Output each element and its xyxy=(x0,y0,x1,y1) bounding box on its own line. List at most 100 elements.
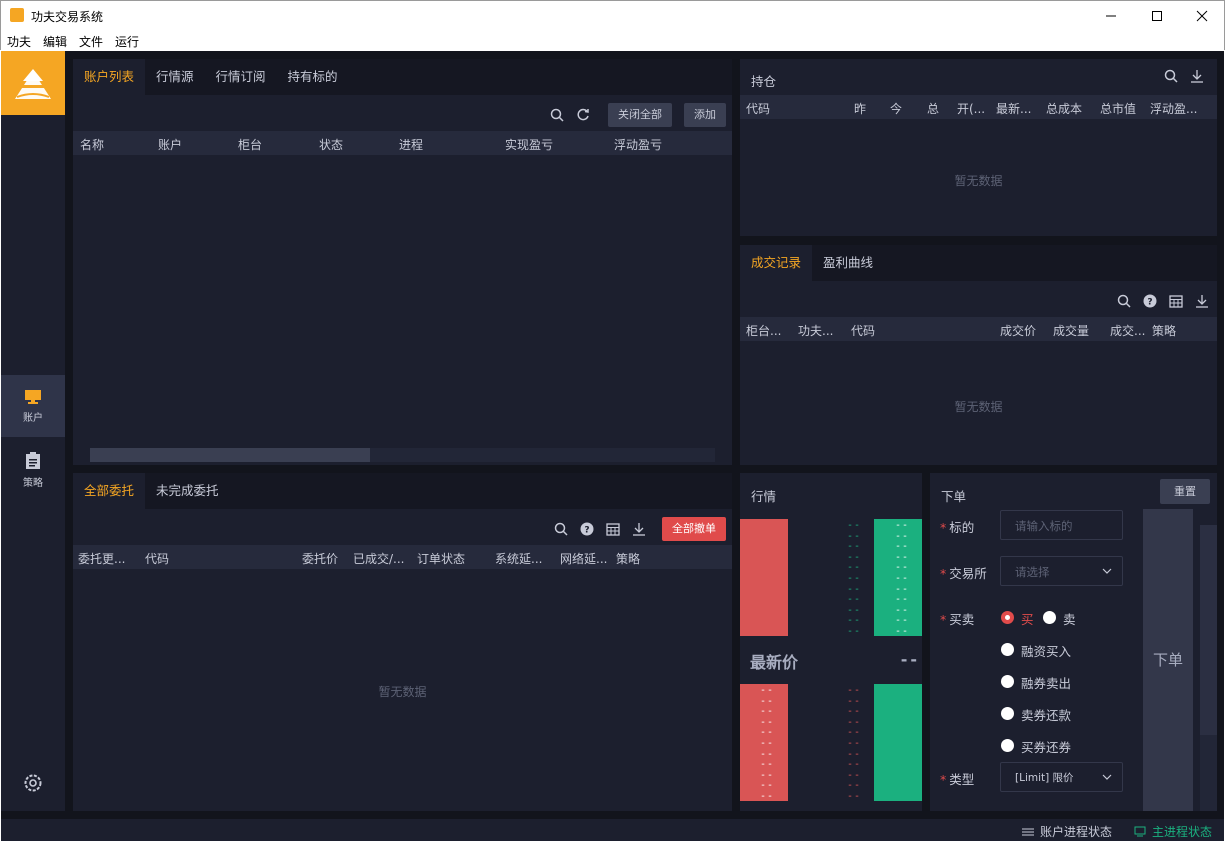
calendar-icon[interactable] xyxy=(1163,289,1189,313)
monitor-icon xyxy=(25,389,41,404)
sell-radio[interactable] xyxy=(1043,611,1056,624)
svg-text:?: ? xyxy=(584,526,589,536)
market-panel: 行情 -- -- -- -- -- -- -- -- -- -- -- -- -- -- -- -- -- --… xyxy=(740,473,922,811)
close-window-button[interactable] xyxy=(1179,1,1225,31)
ask-price-column: -- -- -- -- -- -- -- -- -- -- -- xyxy=(847,520,862,637)
symbol-label: * 标的 xyxy=(940,520,975,535)
col-order-price: 委托价 xyxy=(302,552,339,566)
menu-kungfu[interactable]: 功夫 xyxy=(7,33,31,50)
margin-buy-label: 融资买入 xyxy=(1021,644,1072,659)
logo xyxy=(1,51,65,115)
reset-button[interactable]: 重置 xyxy=(1160,479,1210,504)
col-trade-price: 成交价 xyxy=(1000,324,1037,338)
col-market-value: 总市值 xyxy=(1100,102,1137,116)
add-account-button[interactable]: 添加 xyxy=(684,103,726,127)
col-counter: 柜台... xyxy=(746,324,782,338)
main-process-status[interactable]: 主进程状态 xyxy=(1134,823,1212,840)
tab-trade-records[interactable]: 成交记录 xyxy=(740,245,813,281)
account-table-header: 名称 账户 柜台 状态 进程 实现盈亏 浮动盈亏 xyxy=(73,131,732,155)
help-icon[interactable]: ? xyxy=(1137,289,1163,313)
col-code: 代码 xyxy=(851,324,876,338)
col-account: 账户 xyxy=(158,138,183,152)
col-filled: 已成交/... xyxy=(353,552,405,566)
orders-empty: 暂无数据 xyxy=(378,685,427,699)
short-sell-label: 融券卖出 xyxy=(1021,676,1072,691)
account-panel: 账户列表 行情源 行情订阅 持有标的 关闭全部 添加 名称 账户 柜台 状态 进… xyxy=(73,59,732,465)
tab-account-list[interactable]: 账户列表 xyxy=(73,59,146,95)
col-yesterday: 昨 xyxy=(854,102,867,116)
bid-volume-column: -- -- -- -- -- -- -- -- -- -- -- xyxy=(760,685,775,802)
tab-market-subscription[interactable]: 行情订阅 xyxy=(205,59,277,95)
col-today: 今 xyxy=(890,102,903,116)
col-network-latency: 网络延... xyxy=(560,552,608,566)
order-entry-title: 下单 xyxy=(941,489,967,504)
col-kungfu: 功夫... xyxy=(798,324,834,338)
col-open: 开(... xyxy=(957,102,986,116)
help-icon[interactable]: ? xyxy=(574,517,600,541)
sell-repay-radio[interactable] xyxy=(1001,707,1014,720)
refresh-icon[interactable] xyxy=(570,103,596,127)
menu-run[interactable]: 运行 xyxy=(115,33,139,50)
calendar-icon[interactable] xyxy=(600,517,626,541)
sidebar-item-strategy[interactable]: 策略 xyxy=(1,439,65,501)
exchange-select[interactable]: 请选择 xyxy=(1000,556,1123,586)
minimize-button[interactable] xyxy=(1088,1,1134,31)
tab-profit-curve[interactable]: 盈利曲线 xyxy=(812,245,884,281)
maximize-button[interactable] xyxy=(1134,1,1180,31)
clipboard-icon xyxy=(26,451,40,469)
margin-buy-radio[interactable] xyxy=(1001,643,1014,656)
sidebar-item-account[interactable]: 账户 xyxy=(1,375,65,437)
col-strategy: 策略 xyxy=(616,552,641,566)
last-price-label: 最新价 xyxy=(750,653,799,672)
col-order-status: 订单状态 xyxy=(417,552,466,566)
positions-empty: 暂无数据 xyxy=(954,174,1003,188)
download-icon[interactable] xyxy=(626,517,652,541)
menu-edit[interactable]: 编辑 xyxy=(43,33,67,50)
gear-icon[interactable] xyxy=(22,772,44,797)
vertical-scrollbar-track[interactable] xyxy=(1200,525,1217,811)
search-icon[interactable] xyxy=(1158,64,1184,88)
sidebar-item-label: 账户 xyxy=(23,412,43,424)
symbol-input[interactable]: 请输入标的 xyxy=(1000,510,1123,540)
sell-repay-label: 卖券还款 xyxy=(1021,708,1072,723)
tab-all-orders[interactable]: 全部委托 xyxy=(73,473,146,509)
short-sell-radio[interactable] xyxy=(1001,675,1014,688)
orders-toolbar: ? 全部撤单 xyxy=(548,513,726,545)
search-icon[interactable] xyxy=(544,103,570,127)
col-last-price: 最新... xyxy=(996,102,1032,116)
col-floating-pnl: 浮动盈亏 xyxy=(614,138,663,152)
trades-tabs: 成交记录 盈利曲线 xyxy=(740,245,1217,281)
buy-radio[interactable] xyxy=(1001,611,1014,624)
tab-open-orders[interactable]: 未完成委托 xyxy=(145,473,230,509)
horizontal-scrollbar-thumb[interactable] xyxy=(90,448,370,462)
tab-holdings[interactable]: 持有标的 xyxy=(277,59,349,95)
buy-return-radio[interactable] xyxy=(1001,739,1014,752)
col-trade-volume: 成交量 xyxy=(1053,324,1090,338)
trades-empty: 暂无数据 xyxy=(954,400,1003,414)
orders-table-header: 委托更... 代码 委托价 已成交/... 订单状态 系统延... 网络延...… xyxy=(73,545,732,569)
close-all-button[interactable]: 关闭全部 xyxy=(608,103,672,127)
download-icon[interactable] xyxy=(1184,64,1210,88)
search-icon[interactable] xyxy=(548,517,574,541)
sidebar-item-label: 策略 xyxy=(23,477,43,489)
col-status: 状态 xyxy=(319,138,344,152)
monitor-icon xyxy=(1134,826,1146,837)
col-system-latency: 系统延... xyxy=(495,552,543,566)
col-realized-pnl: 实现盈亏 xyxy=(505,138,554,152)
vertical-scrollbar-thumb[interactable] xyxy=(1200,525,1217,735)
sell-label: 卖 xyxy=(1063,612,1076,627)
col-code: 代码 xyxy=(746,102,771,116)
account-process-status[interactable]: 账户进程状态 xyxy=(1022,823,1112,840)
search-icon[interactable] xyxy=(1111,289,1137,313)
chevron-down-icon xyxy=(1102,774,1112,780)
col-trade-other: 成交... xyxy=(1110,324,1146,338)
download-icon[interactable] xyxy=(1189,289,1215,313)
col-strategy: 策略 xyxy=(1152,324,1177,338)
tab-market-source[interactable]: 行情源 xyxy=(145,59,205,95)
cancel-all-button[interactable]: 全部撤单 xyxy=(662,517,726,541)
window-title: 功夫交易系统 xyxy=(31,10,104,24)
order-type-select[interactable]: [Limit] 限价 xyxy=(1000,762,1123,792)
submit-order-button[interactable]: 下单 xyxy=(1143,509,1193,811)
horizontal-scrollbar-track[interactable] xyxy=(90,448,715,462)
menu-file[interactable]: 文件 xyxy=(79,33,103,50)
